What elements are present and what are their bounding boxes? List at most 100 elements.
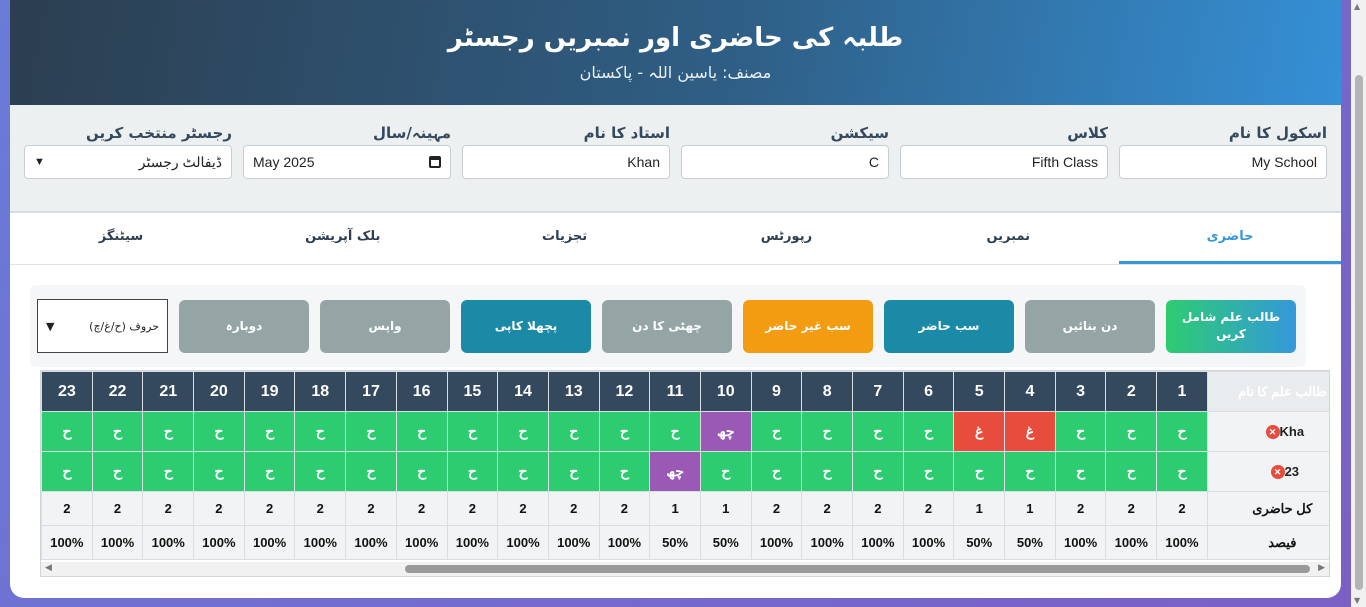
total-attendance-cell: 2 xyxy=(91,491,144,526)
scroll-left-icon[interactable]: ◀ xyxy=(45,563,52,573)
attendance-cell[interactable]: ح xyxy=(395,411,448,452)
attendance-cell[interactable]: ح xyxy=(598,451,651,492)
add-student-button[interactable]: طالب علم شامل کریں xyxy=(1166,299,1296,353)
horizontal-scrollbar[interactable]: ◀ ▶ xyxy=(41,562,1329,576)
attendance-cell[interactable]: چھ xyxy=(649,451,701,492)
day-header: 23 xyxy=(41,371,93,412)
attendance-cell[interactable]: ح xyxy=(852,451,904,492)
attendance-cell[interactable]: ح xyxy=(1156,451,1208,492)
attendance-cell[interactable]: ح xyxy=(345,451,397,492)
day-header: 2 xyxy=(1105,371,1158,412)
total-attendance-cell: 2 xyxy=(598,491,651,526)
tab-attendance[interactable]: حاضری xyxy=(1119,213,1341,264)
student-name: Kha xyxy=(1279,423,1305,439)
scroll-up-icon[interactable]: ▲ xyxy=(1354,2,1360,11)
vertical-scrollbar[interactable]: ▲ ▼ xyxy=(1351,0,1366,607)
student-row: Kha✕ ح ح ح غ غ ح ح ح ح چھ ح ح ح ح ح ح ح ح ح ح ح ح ح xyxy=(41,411,1329,452)
attendance-cell[interactable]: ح xyxy=(497,411,549,452)
vertical-scroll-thumb[interactable] xyxy=(1355,75,1363,590)
attendance-cell[interactable]: ح xyxy=(142,451,195,492)
holiday-button[interactable]: چھٹی کا دن xyxy=(602,299,732,353)
tab-bulk-operations[interactable]: بلک آپریشن xyxy=(232,213,454,264)
attendance-cell[interactable]: ح xyxy=(91,411,144,452)
tab-settings[interactable]: سیٹنگز xyxy=(10,213,232,264)
attendance-cell[interactable]: ح xyxy=(446,451,499,492)
attendance-cell[interactable]: ح xyxy=(345,411,397,452)
attendance-cell[interactable]: ح xyxy=(953,451,1006,492)
attendance-cell[interactable]: ح xyxy=(193,411,245,452)
attendance-cell[interactable]: ح xyxy=(1054,451,1107,492)
scroll-right-icon[interactable]: ▶ xyxy=(1318,563,1325,573)
attendance-cell[interactable]: ح xyxy=(1054,411,1107,452)
attendance-cell[interactable]: ح xyxy=(852,411,904,452)
school-label: اسکول کا نام xyxy=(1228,124,1327,142)
attendance-cell[interactable]: ح xyxy=(395,451,448,492)
mark-mode-select[interactable]: حروف (ح/غ/چ) ▼ xyxy=(37,299,168,353)
section-input[interactable]: C xyxy=(681,145,889,179)
tab-analytics[interactable]: تجزیات xyxy=(454,213,676,264)
attendance-cell[interactable]: ح xyxy=(547,411,600,452)
attendance-cell[interactable]: ح xyxy=(699,451,752,492)
all-present-button[interactable]: سب حاضر xyxy=(884,299,1014,353)
make-day-button[interactable]: دن بنائیں xyxy=(1025,299,1155,353)
scroll-down-icon[interactable]: ▼ xyxy=(1354,596,1360,605)
percentage-cell: 100% xyxy=(1105,525,1158,560)
copy-previous-button[interactable]: پچھلا کاپی xyxy=(461,299,591,353)
class-input[interactable]: Fifth Class xyxy=(900,145,1108,179)
percentage-cell: 50% xyxy=(699,525,752,560)
attendance-cell[interactable]: ح xyxy=(243,451,296,492)
attendance-cell[interactable]: ح xyxy=(243,411,296,452)
attendance-cell[interactable]: ح xyxy=(41,451,93,492)
attendance-cell[interactable]: ح xyxy=(446,411,499,452)
register-label: رجسٹر منتخب کریں xyxy=(85,124,232,142)
undo-button[interactable]: واپس xyxy=(320,299,450,353)
attendance-cell[interactable]: غ xyxy=(1004,411,1056,452)
attendance-cell[interactable]: ح xyxy=(294,451,347,492)
attendance-cell[interactable]: ح xyxy=(294,411,347,452)
section-label: سیکشن xyxy=(830,124,889,142)
attendance-cell[interactable]: ح xyxy=(598,411,651,452)
calendar-icon[interactable] xyxy=(429,156,441,168)
day-header: 15 xyxy=(446,371,499,412)
attendance-cell[interactable]: ح xyxy=(142,411,195,452)
attendance-cell[interactable]: ح xyxy=(902,451,955,492)
attendance-cell[interactable]: ح xyxy=(41,411,93,452)
total-attendance-cell: 2 xyxy=(41,491,93,526)
attendance-cell[interactable]: چھ xyxy=(699,411,752,452)
teacher-input[interactable]: Khan xyxy=(462,145,670,179)
day-header: 13 xyxy=(547,371,600,412)
attendance-cell[interactable]: ح xyxy=(1105,411,1158,452)
percentage-cell: 50% xyxy=(649,525,701,560)
chevron-down-icon: ▼ xyxy=(46,319,55,333)
attendance-cell[interactable]: ح xyxy=(547,451,600,492)
attendance-cell[interactable]: غ xyxy=(953,411,1006,452)
day-header: 16 xyxy=(395,371,448,412)
attendance-cell[interactable]: ح xyxy=(750,451,803,492)
attendance-cell[interactable]: ح xyxy=(801,411,853,452)
attendance-cell[interactable]: ح xyxy=(750,411,803,452)
school-input[interactable]: My School xyxy=(1119,145,1327,179)
percentage-cell: 100% xyxy=(41,525,93,560)
section-field: سیکشن C xyxy=(681,121,889,211)
month-input[interactable]: May 2025 xyxy=(243,145,451,179)
all-absent-button[interactable]: سب غیر حاضر xyxy=(743,299,873,353)
attendance-cell[interactable]: ح xyxy=(649,411,701,452)
remove-student-icon[interactable]: ✕ xyxy=(1265,425,1280,440)
attendance-cell[interactable]: ح xyxy=(1105,451,1158,492)
name-column-header: طالب علم کا نام xyxy=(1206,371,1329,412)
remove-student-icon[interactable]: ✕ xyxy=(1270,465,1285,480)
horizontal-scroll-thumb[interactable] xyxy=(405,565,1310,573)
attendance-cell[interactable]: ح xyxy=(1156,411,1208,452)
attendance-cell[interactable]: ح xyxy=(91,451,144,492)
total-attendance-cell: 1 xyxy=(1004,491,1056,526)
attendance-cell[interactable]: ح xyxy=(193,451,245,492)
attendance-cell[interactable]: ح xyxy=(497,451,549,492)
tab-reports[interactable]: رپورٹس xyxy=(676,213,898,264)
attendance-cell[interactable]: ح xyxy=(1004,451,1056,492)
register-select[interactable]: ڈیفالٹ رجسٹر ▼ xyxy=(24,145,232,179)
attendance-cell[interactable]: ح xyxy=(902,411,955,452)
redo-button[interactable]: دوبارہ xyxy=(179,299,309,353)
tab-marks[interactable]: نمبریں xyxy=(897,213,1119,264)
total-attendance-row: کل حاضری 2 2 2 1 1 2 2 2 2 1 1 2 2 2 2 2 2 2 2 2 2 2 2 xyxy=(41,491,1329,526)
attendance-cell[interactable]: ح xyxy=(801,451,853,492)
